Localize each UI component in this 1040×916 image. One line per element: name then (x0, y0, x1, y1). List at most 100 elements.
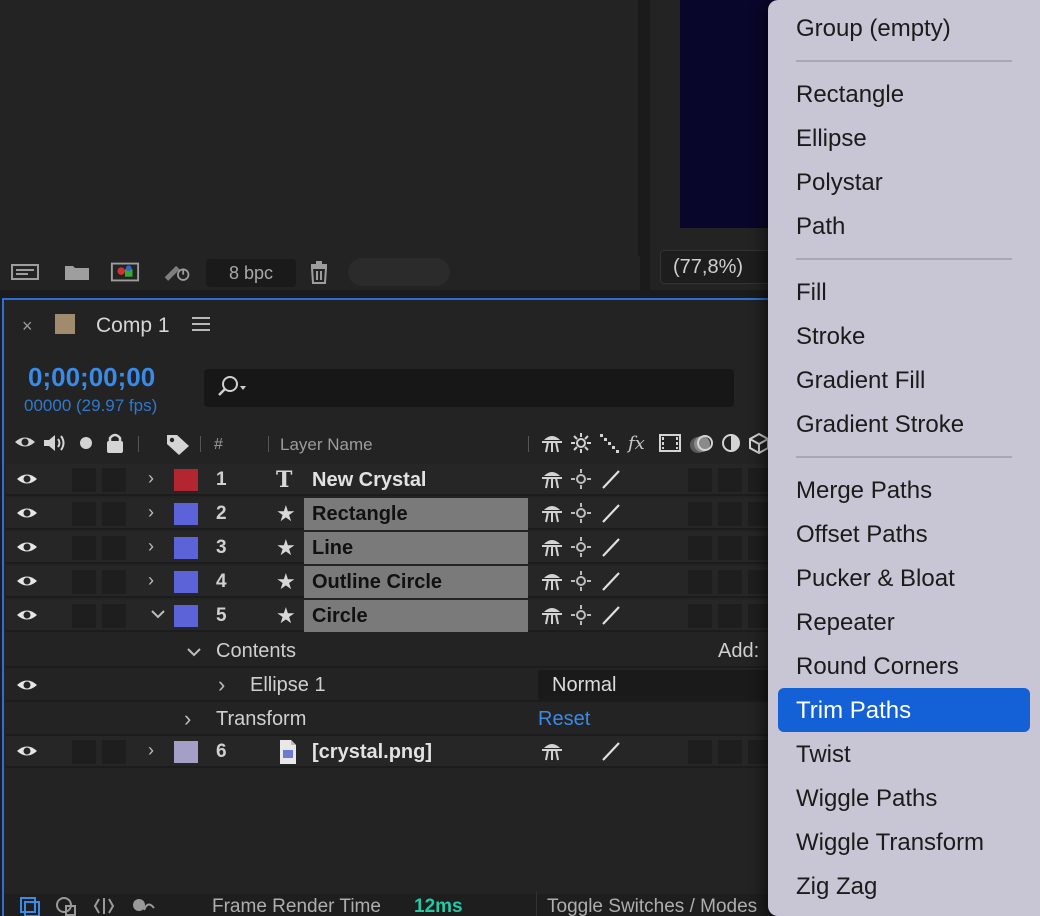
layer-name[interactable]: Outline Circle (304, 566, 528, 598)
chevron-down-icon[interactable] (150, 602, 166, 631)
menu-item-repeater[interactable]: Repeater (796, 608, 895, 638)
layer-name[interactable]: [crystal.png] (304, 736, 528, 768)
lock-switch[interactable] (102, 604, 126, 628)
shy-switch-icon[interactable] (540, 570, 564, 597)
quality-switch-icon[interactable] (600, 536, 622, 563)
current-time-display[interactable]: 0;00;00;00 (28, 362, 155, 393)
layer-name[interactable]: Rectangle (304, 498, 528, 530)
layer-name[interactable]: Circle (304, 600, 528, 632)
chevron-right-icon[interactable]: › (148, 468, 154, 489)
layer-row[interactable]: › 4 ★ Outline Circle (6, 566, 806, 598)
label-color-swatch[interactable] (174, 571, 198, 593)
project-list-area[interactable] (4, 0, 640, 256)
menu-item-gradient-stroke[interactable]: Gradient Stroke (796, 410, 964, 440)
switch-cell[interactable] (688, 468, 712, 492)
collapse-switch-icon[interactable] (570, 536, 592, 563)
quality-switch-icon[interactable] (600, 740, 622, 767)
chevron-right-icon[interactable]: › (148, 502, 154, 523)
search-icon[interactable] (216, 374, 252, 400)
quality-switch-icon[interactable] (600, 502, 622, 529)
switch-cell[interactable] (688, 604, 712, 628)
switch-cell[interactable] (718, 536, 742, 560)
chevron-down-icon[interactable] (186, 640, 202, 669)
graph-editor-icon[interactable] (130, 896, 156, 916)
ellipse-group-label[interactable]: Ellipse 1 (250, 674, 326, 697)
switch-cell[interactable] (718, 468, 742, 492)
visibility-eye-icon[interactable] (16, 469, 38, 494)
visibility-eye-icon[interactable] (16, 503, 38, 528)
menu-item-zig-zag[interactable]: Zig Zag (796, 872, 877, 902)
switch-cell[interactable] (688, 570, 712, 594)
collapse-switch-icon[interactable] (570, 502, 592, 529)
contents-property-row[interactable]: Contents Add: (6, 636, 806, 668)
solo-switch[interactable] (72, 604, 96, 628)
visibility-eye-icon[interactable] (16, 571, 38, 596)
switch-cell[interactable] (688, 740, 712, 764)
shy-switch-icon[interactable] (540, 604, 564, 631)
new-composition-icon[interactable] (110, 259, 140, 285)
layer-row[interactable]: › 3 ★ Line (6, 532, 806, 564)
menu-item-wiggle-paths[interactable]: Wiggle Paths (796, 784, 937, 814)
transfer-controls-icon[interactable] (92, 896, 116, 916)
menu-item-group-empty[interactable]: Group (empty) (796, 14, 951, 44)
lock-switch[interactable] (102, 570, 126, 594)
quality-switch-icon[interactable] (600, 570, 622, 597)
collapse-switch-icon[interactable] (570, 570, 592, 597)
render-queue-icon[interactable] (162, 259, 192, 285)
solo-switch[interactable] (72, 740, 96, 764)
solo-switch[interactable] (72, 570, 96, 594)
new-folder-icon[interactable] (62, 259, 92, 285)
shy-switch-icon[interactable] (540, 740, 564, 767)
layer-search-input[interactable] (204, 369, 734, 407)
label-color-swatch[interactable] (174, 469, 198, 491)
visibility-eye-icon[interactable] (16, 537, 38, 562)
quality-switch-icon[interactable] (600, 604, 622, 631)
shy-switch-icon[interactable] (540, 536, 564, 563)
quality-switch-icon[interactable] (600, 468, 622, 495)
layer-row[interactable]: › 2 ★ Rectangle (6, 498, 806, 530)
chevron-right-icon[interactable]: › (148, 536, 154, 557)
project-scroll-pill[interactable] (348, 258, 450, 286)
magnification-dropdown[interactable]: (77,8%) (660, 250, 770, 284)
layer-name[interactable]: Line (304, 532, 528, 564)
switch-cell[interactable] (718, 740, 742, 764)
chevron-right-icon[interactable]: › (148, 570, 154, 591)
menu-item-wiggle-transform[interactable]: Wiggle Transform (796, 828, 984, 858)
lock-switch[interactable] (102, 468, 126, 492)
visibility-eye-icon[interactable] (16, 741, 38, 766)
solo-switch[interactable] (72, 468, 96, 492)
chevron-right-icon[interactable]: › (148, 740, 154, 761)
reset-link[interactable]: Reset (538, 708, 590, 731)
lock-switch[interactable] (102, 502, 126, 526)
add-label[interactable]: Add: (718, 640, 759, 663)
layer-row[interactable]: 5 ★ Circle (6, 600, 806, 632)
menu-item-round-corners[interactable]: Round Corners (796, 652, 959, 682)
layer-name-header[interactable]: Layer Name (280, 435, 373, 455)
delete-icon[interactable] (304, 259, 334, 285)
layer-name[interactable]: New Crystal (304, 464, 528, 496)
composition-canvas[interactable] (680, 0, 780, 228)
panel-menu-icon[interactable] (192, 316, 210, 332)
menu-item-pucker-bloat[interactable]: Pucker & Bloat (796, 564, 955, 594)
chevron-right-icon[interactable]: › (218, 672, 225, 698)
label-color-swatch[interactable] (174, 605, 198, 627)
layer-switches-icon[interactable] (54, 896, 78, 916)
switch-cell[interactable] (718, 502, 742, 526)
interpret-footage-icon[interactable] (10, 259, 40, 285)
menu-item-merge-paths[interactable]: Merge Paths (796, 476, 932, 506)
switch-cell[interactable] (688, 536, 712, 560)
collapse-switch-icon[interactable] (570, 604, 592, 631)
comp-flowchart-icon[interactable] (18, 896, 42, 916)
transform-property-row[interactable]: › Transform Reset (6, 704, 806, 736)
blend-mode-dropdown[interactable]: Normal (538, 670, 778, 700)
menu-item-gradient-fill[interactable]: Gradient Fill (796, 366, 925, 396)
switch-cell[interactable] (688, 502, 712, 526)
menu-item-fill[interactable]: Fill (796, 278, 827, 308)
label-color-swatch[interactable] (174, 741, 198, 763)
switch-cell[interactable] (718, 570, 742, 594)
collapse-switch-icon[interactable] (570, 468, 592, 495)
visibility-eye-icon[interactable] (16, 675, 38, 700)
chevron-right-icon[interactable]: › (184, 706, 191, 732)
layer-row[interactable]: › 6 [crystal.png] (6, 736, 806, 768)
solo-switch[interactable] (72, 536, 96, 560)
